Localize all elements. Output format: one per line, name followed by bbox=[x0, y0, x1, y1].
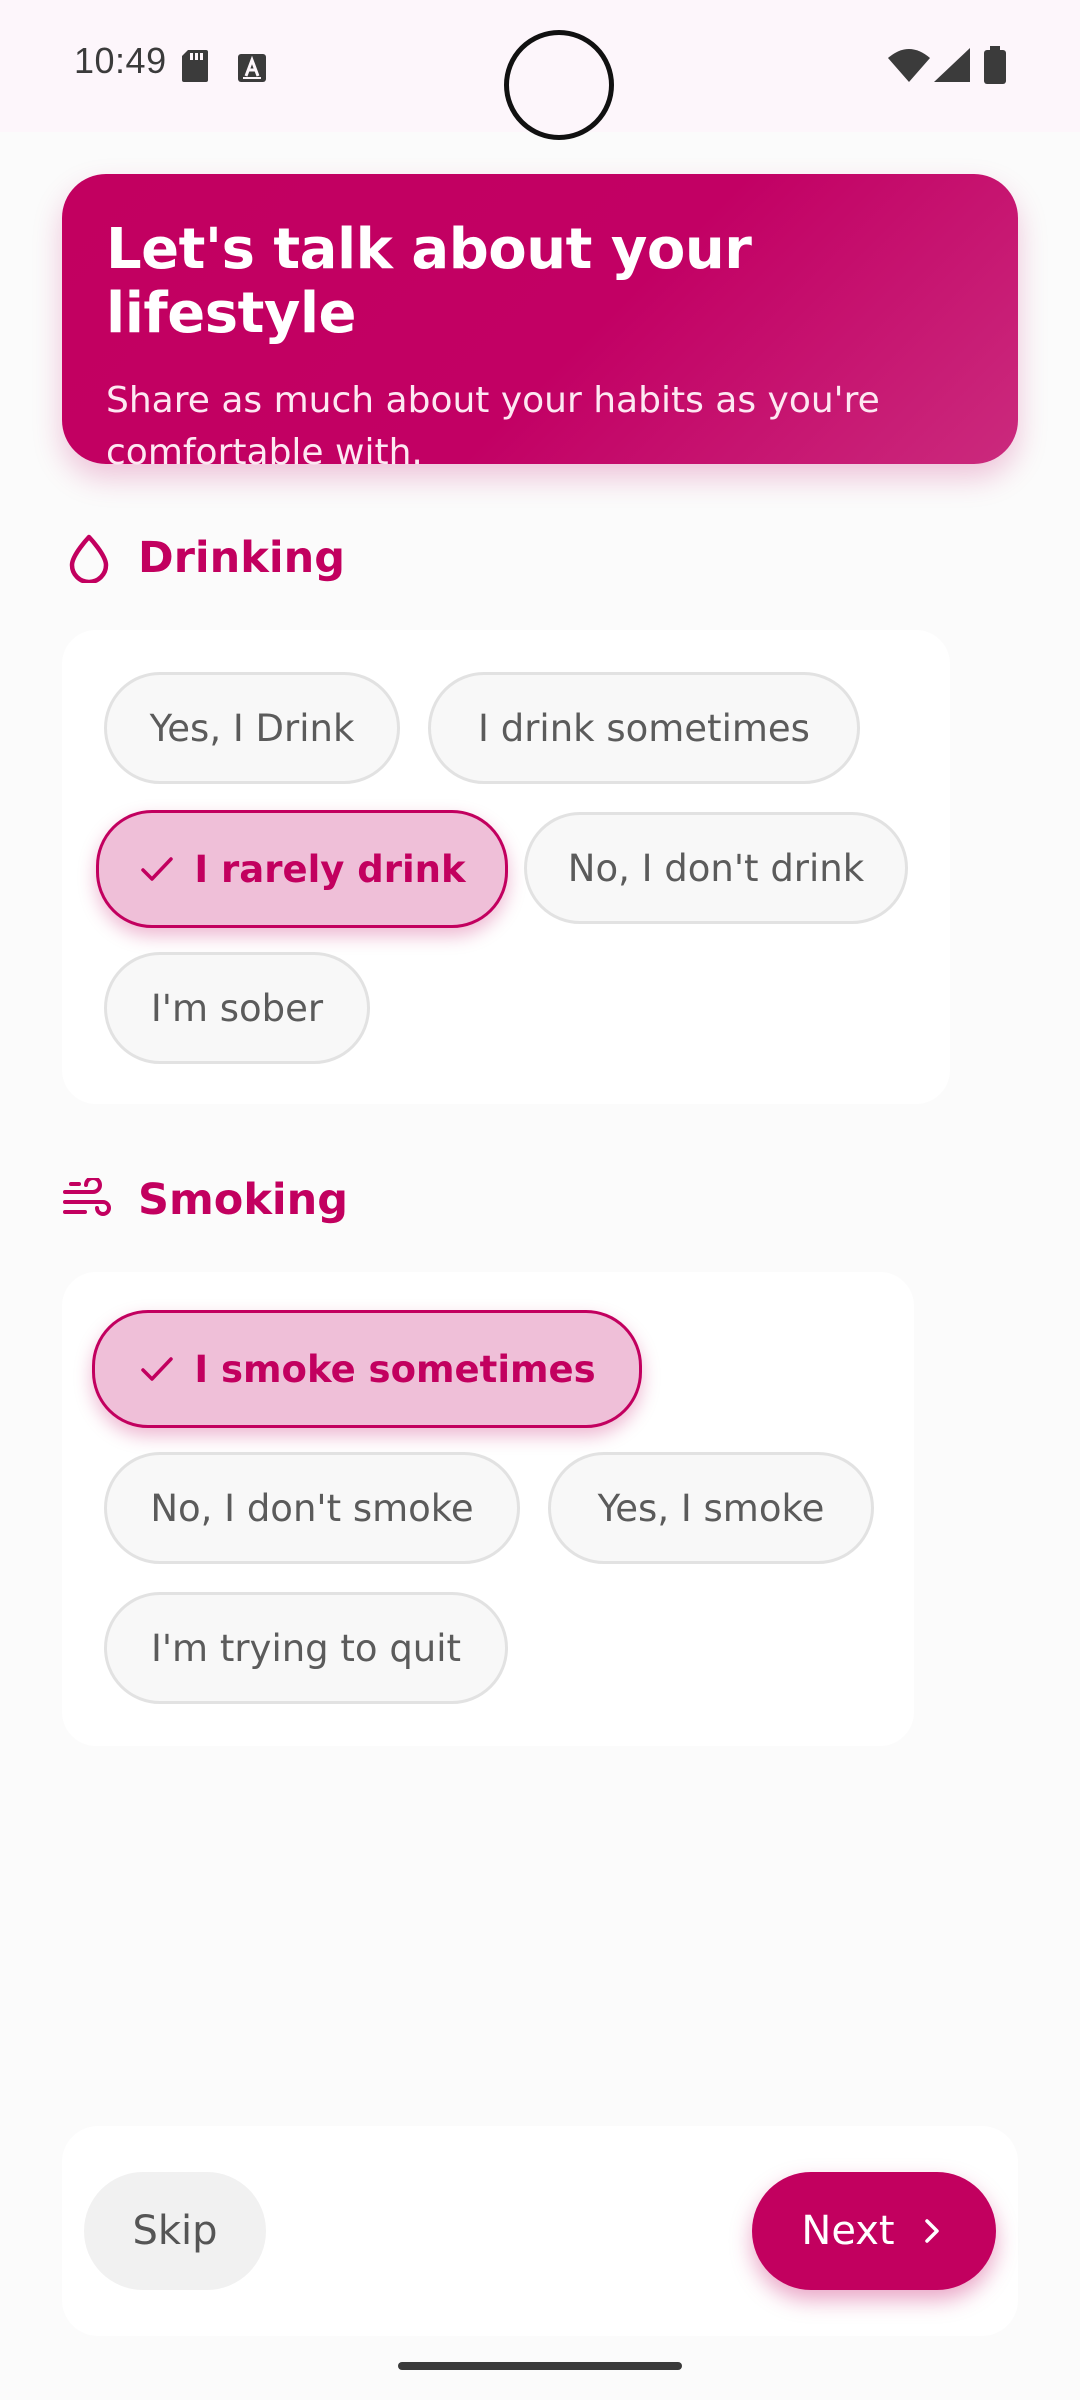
page-title: Let's talk about your lifestyle bbox=[106, 217, 752, 347]
check-icon bbox=[141, 857, 174, 881]
drinking-option-sometimes[interactable]: I drink sometimes bbox=[428, 672, 860, 784]
chip-label: I smoke sometimes bbox=[194, 1347, 596, 1391]
wind-icon bbox=[62, 1173, 116, 1227]
next-button[interactable]: Next bbox=[752, 2172, 996, 2290]
drinking-option-rarely[interactable]: I rarely drink bbox=[96, 810, 508, 928]
skip-label: Skip bbox=[132, 2208, 218, 2254]
smoking-options-card: I smoke sometimes No, I don't smoke Yes,… bbox=[62, 1272, 914, 1746]
smoking-label: Smoking bbox=[138, 1175, 349, 1225]
drinking-option-no[interactable]: No, I don't drink bbox=[524, 812, 908, 924]
droplet-icon bbox=[62, 531, 116, 585]
drinking-options-card: Yes, I Drink I drink sometimes I rarely … bbox=[62, 630, 950, 1104]
smoking-option-no[interactable]: No, I don't smoke bbox=[104, 1452, 520, 1564]
smoking-section-title: Smoking bbox=[62, 1170, 348, 1230]
drinking-label: Drinking bbox=[138, 533, 345, 583]
chip-label: No, I don't drink bbox=[567, 846, 865, 890]
next-label: Next bbox=[801, 2208, 895, 2254]
chevron-right-icon bbox=[924, 2219, 939, 2243]
battery-icon bbox=[984, 46, 1006, 84]
smoking-option-sometimes[interactable]: I smoke sometimes bbox=[92, 1310, 642, 1428]
header-card: Let's talk about your lifestyle Share as… bbox=[62, 174, 1018, 473]
wifi-icon bbox=[888, 49, 930, 82]
sd-card-icon bbox=[182, 50, 208, 82]
home-indicator[interactable] bbox=[398, 2362, 682, 2370]
chip-label: I'm trying to quit bbox=[150, 1626, 462, 1670]
status-bar: 10:49 bbox=[0, 0, 1080, 140]
camera-cutout bbox=[504, 30, 614, 140]
signal-icon bbox=[934, 48, 970, 82]
chip-label: No, I don't smoke bbox=[150, 1486, 474, 1530]
drinking-section-title: Drinking bbox=[62, 528, 345, 588]
chip-label: I'm sober bbox=[150, 986, 324, 1030]
skip-button[interactable]: Skip bbox=[84, 2172, 266, 2290]
smoking-option-yes[interactable]: Yes, I smoke bbox=[548, 1452, 874, 1564]
chip-label: Yes, I smoke bbox=[597, 1486, 825, 1530]
bottom-action-bar: Skip Next bbox=[62, 2126, 1018, 2336]
chip-label: Yes, I Drink bbox=[149, 706, 355, 750]
smoking-option-trying-to-quit[interactable]: I'm trying to quit bbox=[104, 1592, 508, 1704]
status-time: 10:49 bbox=[74, 40, 167, 81]
chip-label: I rarely drink bbox=[194, 847, 466, 891]
chip-label: I drink sometimes bbox=[478, 706, 810, 750]
drinking-option-sober[interactable]: I'm sober bbox=[104, 952, 370, 1064]
check-icon bbox=[141, 1357, 174, 1381]
text-a-icon bbox=[238, 54, 266, 82]
page-subtitle: Share as much about your habits as you'r… bbox=[106, 379, 880, 473]
drinking-option-yes[interactable]: Yes, I Drink bbox=[104, 672, 400, 784]
